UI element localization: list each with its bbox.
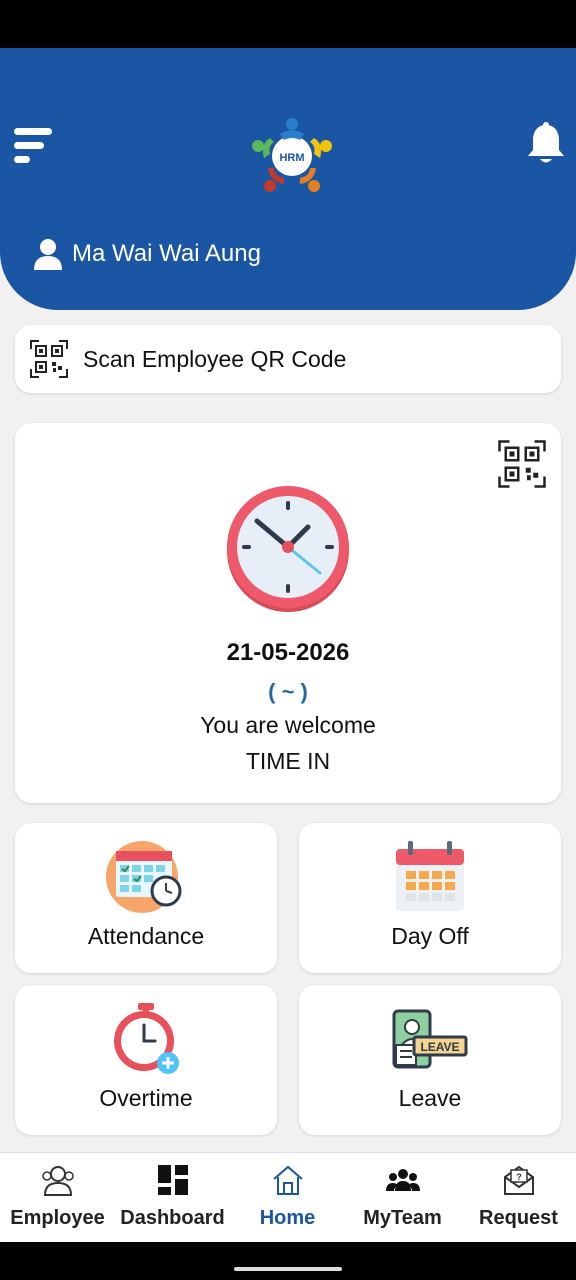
- day-off-tile[interactable]: Day Off: [299, 823, 561, 973]
- qr-code-icon: [498, 440, 546, 488]
- svg-text:LEAVE: LEAVE: [420, 1040, 459, 1054]
- user-info: Ma Wai Wai Aung: [34, 234, 261, 274]
- dashboard-icon: [158, 1165, 188, 1195]
- bell-icon: [528, 122, 564, 163]
- hrm-logo: HRM: [248, 114, 336, 198]
- qr-scan-button[interactable]: [497, 439, 547, 489]
- nav-label: MyTeam: [363, 1207, 442, 1229]
- nav-label: Dashboard: [120, 1207, 225, 1229]
- attendance-status: ( ~ ): [268, 679, 308, 704]
- current-date: 21-05-2026: [226, 639, 350, 666]
- tile-label: Overtime: [99, 1085, 193, 1111]
- scan-qr-button[interactable]: Scan Employee QR Code: [15, 325, 561, 393]
- nav-label: Home: [259, 1207, 316, 1229]
- nav-home[interactable]: Home: [230, 1153, 345, 1243]
- qr-code-icon: [30, 340, 68, 378]
- request-mail-icon: ?: [504, 1165, 534, 1195]
- svg-text:?: ?: [516, 1172, 522, 1182]
- tile-label: Attendance: [87, 923, 205, 949]
- attendance-calendar-icon: [106, 839, 186, 915]
- nav-label: Request: [479, 1207, 558, 1229]
- nav-request[interactable]: ? Request: [461, 1153, 576, 1243]
- welcome-message: You are welcome: [200, 712, 376, 738]
- user-icon: [34, 239, 62, 270]
- time-in-button[interactable]: TIME IN: [15, 748, 561, 775]
- attendance-card: 21-05-2026 ( ~ ) You are welcome TIME IN: [15, 423, 561, 803]
- status-bar: [0, 0, 576, 48]
- nav-label: Employee: [10, 1207, 105, 1229]
- day-off-calendar-icon: [390, 839, 470, 915]
- tile-label: Day Off: [391, 923, 469, 949]
- overtime-tile[interactable]: Overtime: [15, 985, 277, 1135]
- menu-icon: [14, 128, 52, 163]
- notification-button[interactable]: [526, 122, 566, 166]
- clock-icon: [215, 483, 361, 613]
- team-icon: [386, 1169, 420, 1191]
- nav-myteam[interactable]: MyTeam: [345, 1153, 460, 1243]
- nav-dashboard[interactable]: Dashboard: [115, 1153, 230, 1243]
- home-icon: [273, 1165, 303, 1195]
- attendance-tile[interactable]: Attendance: [15, 823, 277, 973]
- employee-icon: [42, 1166, 74, 1196]
- leave-badge-icon: LEAVE: [390, 1001, 470, 1077]
- overtime-stopwatch-icon: [106, 1001, 186, 1077]
- leave-tile[interactable]: LEAVE Leave: [299, 985, 561, 1135]
- home-indicator[interactable]: [234, 1267, 342, 1271]
- nav-employee[interactable]: Employee: [0, 1153, 115, 1243]
- menu-button[interactable]: [14, 126, 56, 166]
- logo-text: HRM: [279, 152, 304, 164]
- scan-label: Scan Employee QR Code: [83, 345, 347, 372]
- tile-label: Leave: [398, 1085, 462, 1111]
- system-navigation-bar: [0, 1242, 576, 1280]
- bottom-navigation: Employee Dashboard Home MyTeam ? Request: [0, 1152, 576, 1242]
- user-name: Ma Wai Wai Aung: [72, 240, 261, 267]
